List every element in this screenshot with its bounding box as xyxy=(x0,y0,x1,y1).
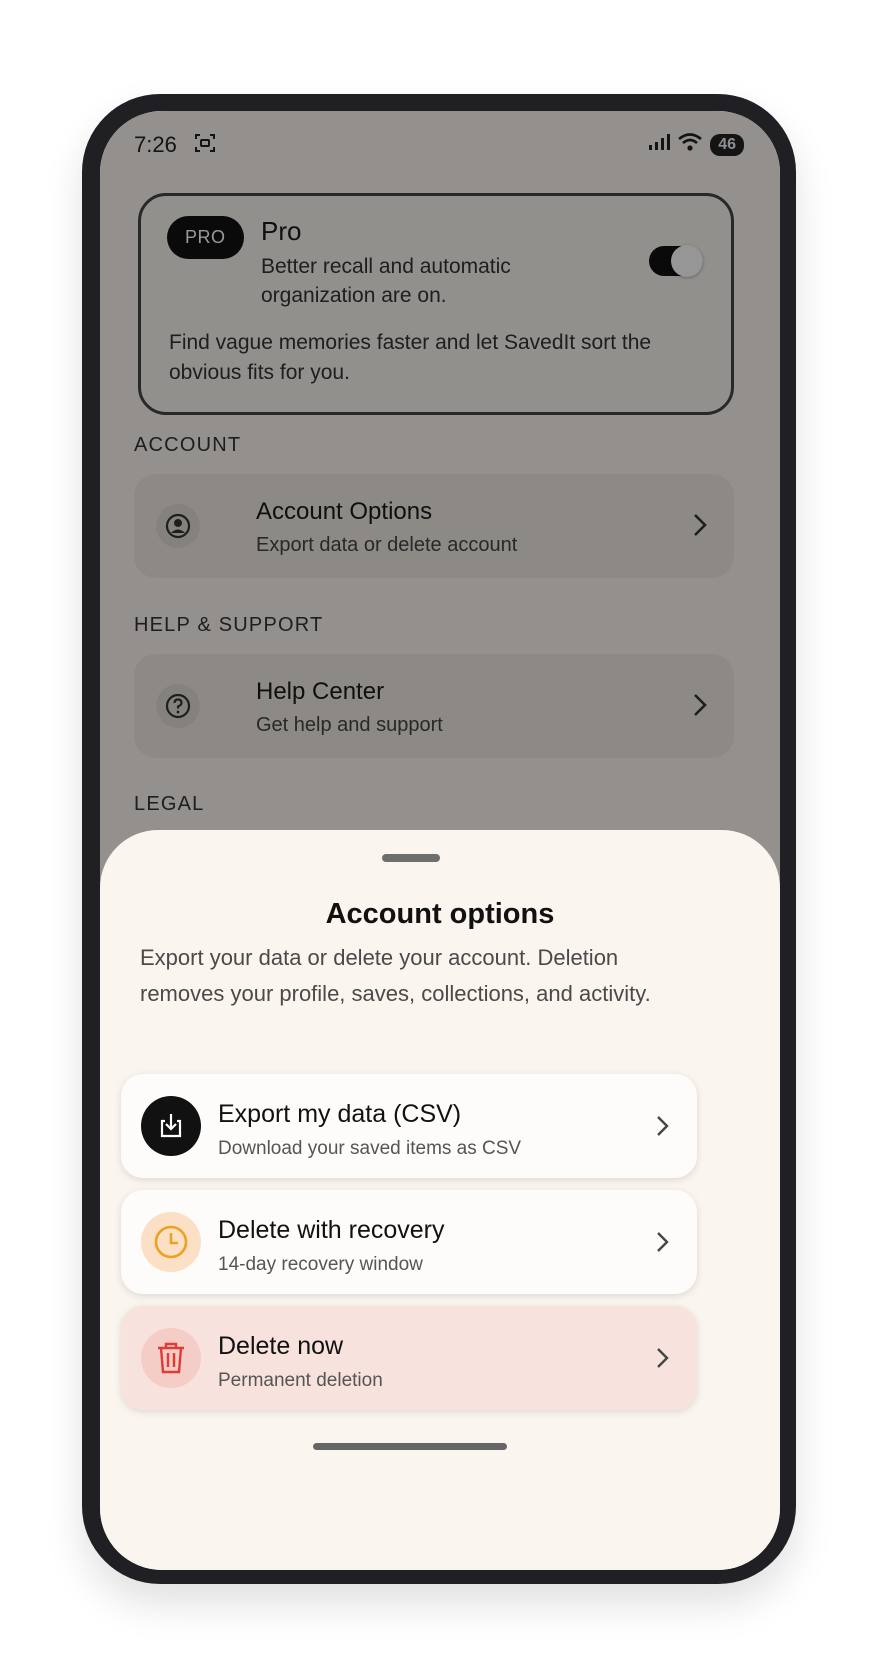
clock-icon xyxy=(141,1212,201,1272)
trash-icon xyxy=(141,1328,201,1388)
delete-recovery-subtitle: 14-day recovery window xyxy=(218,1254,423,1275)
chevron-right-icon xyxy=(655,1114,669,1143)
sheet-drag-handle[interactable] xyxy=(382,854,440,862)
delete-recovery-title: Delete with recovery xyxy=(218,1216,445,1244)
export-data-title: Export my data (CSV) xyxy=(218,1100,462,1128)
export-data-option[interactable]: Export my data (CSV) Download your saved… xyxy=(121,1074,697,1178)
delete-now-subtitle: Permanent deletion xyxy=(218,1370,383,1391)
chevron-right-icon xyxy=(655,1346,669,1375)
chevron-right-icon xyxy=(655,1230,669,1259)
home-indicator[interactable] xyxy=(313,1443,507,1450)
export-data-subtitle: Download your saved items as CSV xyxy=(218,1138,522,1159)
delete-with-recovery-option[interactable]: Delete with recovery 14-day recovery win… xyxy=(121,1190,697,1294)
phone-screen: 7:26 46 PRO Pro Better recall and automa… xyxy=(100,111,780,1570)
delete-now-title: Delete now xyxy=(218,1332,344,1360)
account-options-sheet: Account options Export your data or dele… xyxy=(100,830,780,1570)
sheet-description: Export your data or delete your account.… xyxy=(140,945,651,1006)
sheet-title: Account options xyxy=(325,898,555,930)
download-icon xyxy=(141,1096,201,1156)
delete-now-option[interactable]: Delete now Permanent deletion xyxy=(121,1306,697,1410)
